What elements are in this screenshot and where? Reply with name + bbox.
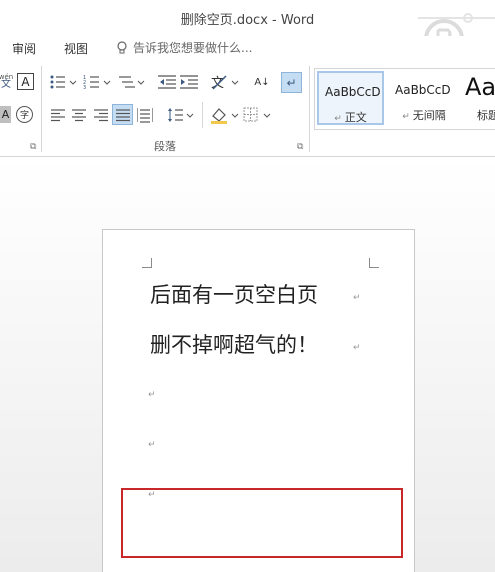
style-preview: Aa [465, 73, 495, 101]
bullets-button[interactable] [49, 74, 79, 90]
svg-text:3: 3 [83, 85, 86, 90]
style-no-spacing[interactable]: AaBbCcD ↵ 无间隔 [389, 71, 459, 125]
paragraph-mark: ↵ [353, 343, 361, 353]
highlight-box [121, 488, 403, 558]
margin-corner-mark [142, 258, 152, 268]
title-bar: 删除空页.docx - Word [0, 0, 495, 59]
show-hide-marks-button[interactable]: ↵ [281, 72, 302, 93]
tell-me-box[interactable]: 告诉我您想要做什么... [116, 39, 252, 56]
justify-icon [116, 109, 130, 122]
decrease-indent-button[interactable] [158, 74, 176, 90]
group-separator [309, 66, 310, 152]
row-separator [202, 102, 203, 128]
line-spacing-button[interactable] [167, 107, 195, 123]
ribbon-tabs: 审阅 视图 告诉我您想要做什么... [0, 36, 495, 62]
character-border-button[interactable]: A [17, 73, 34, 90]
numbering-button[interactable]: 123 [83, 74, 113, 90]
borders-button[interactable] [243, 107, 273, 123]
document-line: 后面有一页空白页 [150, 283, 318, 307]
character-shading-button[interactable]: A [0, 106, 11, 123]
paragraph-dialog-launcher[interactable]: ⧉ [297, 142, 303, 152]
paragraph-mark: ↵ [353, 293, 361, 303]
justify-button[interactable] [112, 104, 133, 125]
align-left-button[interactable] [51, 108, 65, 122]
align-center-button[interactable] [72, 108, 86, 122]
tab-review[interactable]: 审阅 [12, 40, 36, 57]
empty-paragraph-mark: ↵ [148, 440, 156, 450]
tab-view[interactable]: 视图 [64, 40, 88, 57]
style-heading[interactable]: Aa 标题 [463, 71, 495, 125]
phonetic-guide-button[interactable]: wén 文 [0, 72, 13, 90]
margin-corner-mark [369, 258, 379, 268]
increase-indent-button[interactable] [180, 74, 198, 90]
lightbulb-icon [117, 40, 127, 53]
tell-me-text: 告诉我您想要做什么... [133, 41, 253, 55]
group-separator [41, 66, 42, 152]
style-name: ↵ 正文 [334, 111, 367, 124]
empty-paragraph-mark: ↵ [148, 390, 156, 400]
style-name: 标题 [477, 109, 495, 122]
distributed-button[interactable] [137, 107, 153, 123]
paragraph-group-label: 段落 [154, 140, 176, 153]
style-preview: AaBbCcD [325, 85, 381, 99]
multilevel-list-button[interactable] [117, 74, 145, 90]
shading-button[interactable] [210, 106, 240, 124]
style-preview: AaBbCcD [395, 83, 451, 97]
enclose-characters-button[interactable]: 字 [16, 106, 33, 123]
styles-gallery: AaBbCcD ↵ 正文 AaBbCcD ↵ 无间隔 Aa 标题 [314, 68, 495, 130]
style-normal[interactable]: AaBbCcD ↵ 正文 [317, 71, 384, 125]
document-line: 删不掉啊超气的！ [150, 333, 318, 357]
style-name: ↵ 无间隔 [402, 109, 446, 122]
text-direction-button[interactable]: 文 [210, 73, 240, 91]
align-right-button[interactable] [94, 108, 108, 122]
font-dialog-launcher[interactable]: ⧉ [30, 142, 36, 152]
sort-button[interactable]: A↓ [253, 73, 271, 91]
